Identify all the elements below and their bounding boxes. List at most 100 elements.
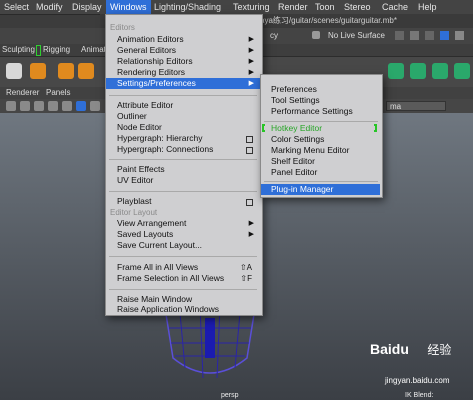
toolbar-icon-a[interactable] <box>395 31 404 40</box>
shelf-icon-3[interactable] <box>58 63 74 79</box>
submenu-arrow-icon: ▶ <box>248 36 254 43</box>
menu-item-label: Rendering Editors <box>117 67 186 77</box>
menu-item-label: Hotkey Editor <box>271 123 323 133</box>
menu-item-outliner[interactable]: Outliner <box>106 111 260 122</box>
submenu-arrow-icon: ▶ <box>248 231 254 238</box>
panel-tool-icon-1[interactable] <box>6 101 16 111</box>
option-box-icon[interactable] <box>246 136 253 143</box>
green-bracket-right-icon <box>374 124 377 132</box>
panel-menu-renderer[interactable]: Renderer <box>6 87 39 99</box>
menu-separator <box>109 191 257 192</box>
shelf-icon-8[interactable] <box>454 63 470 79</box>
submenu-item-shelf-editor[interactable]: Shelf Editor <box>261 156 380 167</box>
menu-texturing[interactable]: Texturing <box>231 0 272 14</box>
menu-item-uv-editor[interactable]: UV Editor <box>106 175 260 186</box>
watermark-url: jingyan.baidu.com <box>385 376 450 385</box>
submenu-item-performance-settings[interactable]: Performance Settings <box>261 106 380 117</box>
menu-item-rendering-editors[interactable]: Rendering Editors ▶ <box>106 67 260 78</box>
menu-item-label: Frame All in All Views <box>117 262 199 272</box>
submenu-item-hotkey-editor[interactable]: Hotkey Editor <box>261 123 380 134</box>
menu-cache[interactable]: Cache <box>380 0 410 14</box>
menu-item-attribute-editor[interactable]: Attribute Editor <box>106 100 260 111</box>
menu-help[interactable]: Help <box>416 0 439 14</box>
shelf-tab-sculpting[interactable]: Sculpting <box>2 44 35 56</box>
panel-menu-panels[interactable]: Panels <box>46 87 70 99</box>
shelf-tab-rigging[interactable]: Rigging <box>43 44 70 56</box>
shelf-tab-animation[interactable]: Animat <box>81 44 106 56</box>
submenu-arrow-icon: ▶ <box>248 69 254 76</box>
no-live-surface-label[interactable]: No Live Surface <box>328 31 385 40</box>
baidu-watermark-logo: Baidu 经验 <box>370 341 451 358</box>
menu-item-hypergraph-connections[interactable]: Hypergraph: Connections <box>106 144 260 155</box>
panel-tool-icon-7[interactable] <box>90 101 100 111</box>
menu-lighting-shading[interactable]: Lighting/Shading <box>152 0 223 14</box>
submenu-item-marking-menu-editor[interactable]: Marking Menu Editor <box>261 145 380 156</box>
menu-select[interactable]: Select <box>2 0 31 14</box>
menu-item-label: Animation Editors <box>117 34 184 44</box>
menu-separator <box>109 256 257 257</box>
menu-item-view-arrangement[interactable]: View Arrangement ▶ <box>106 218 260 229</box>
panel-tool-icon-2[interactable] <box>20 101 30 111</box>
panel-tool-icon-5[interactable] <box>62 101 72 111</box>
submenu-arrow-icon: ▶ <box>248 58 254 65</box>
submenu-item-plugin-manager[interactable]: Plug-in Manager <box>261 184 380 195</box>
menu-item-save-current-layout[interactable]: Save Current Layout... <box>106 240 260 251</box>
submenu-item-preferences[interactable]: Preferences <box>261 84 380 95</box>
watermark-brand-cn: 经验 <box>427 343 452 357</box>
menu-item-hypergraph-hierarchy[interactable]: Hypergraph: Hierarchy <box>106 133 260 144</box>
submenu-arrow-icon: ▶ <box>248 80 254 87</box>
shelf-icon-5[interactable] <box>388 63 404 79</box>
menu-toon[interactable]: Toon <box>313 0 337 14</box>
menu-item-settings-preferences[interactable]: Settings/Preferences ▶ <box>106 78 260 89</box>
shortcut-label: ⇧F <box>240 274 252 283</box>
menu-item-animation-editors[interactable]: Animation Editors ▶ <box>106 34 260 45</box>
menu-item-frame-all[interactable]: Frame All in All Views ⇧A <box>106 262 260 273</box>
menu-separator <box>109 95 257 96</box>
menu-item-node-editor[interactable]: Node Editor <box>106 122 260 133</box>
menu-item-label: Playblast <box>117 196 152 206</box>
menu-item-saved-layouts[interactable]: Saved Layouts ▶ <box>106 229 260 240</box>
shelf-icon-1[interactable] <box>6 63 22 79</box>
menu-item-frame-selection[interactable]: Frame Selection in All Views ⇧F <box>106 273 260 284</box>
toolbar-icon-c[interactable] <box>425 31 434 40</box>
menu-item-playblast[interactable]: Playblast <box>106 196 260 207</box>
menu-render[interactable]: Render <box>276 0 310 14</box>
menu-separator <box>264 181 378 182</box>
panel-tool-icon-4[interactable] <box>48 101 58 111</box>
menu-display[interactable]: Display <box>70 0 104 14</box>
shelf-icon-6[interactable] <box>410 63 426 79</box>
menu-item-paint-effects[interactable]: Paint Effects <box>106 164 260 175</box>
menu-item-raise-application-windows[interactable]: Raise Application Windows <box>106 304 260 315</box>
menu-windows[interactable]: Windows <box>106 0 151 14</box>
toolbar-icon-d[interactable] <box>440 31 449 40</box>
menu-item-general-editors[interactable]: General Editors ▶ <box>106 45 260 56</box>
shortcut-label: ⇧A <box>239 263 252 272</box>
viewport-camera-label: persp <box>221 392 239 399</box>
watermark-brand: Baidu <box>370 341 409 357</box>
submenu-item-panel-editor[interactable]: Panel Editor <box>261 167 380 178</box>
shelf-icon-2[interactable] <box>30 63 46 79</box>
menu-item-label: Settings/Preferences <box>117 78 196 88</box>
shelf-icon-7[interactable] <box>432 63 448 79</box>
submenu-item-color-settings[interactable]: Color Settings <box>261 134 380 145</box>
menu-item-relationship-editors[interactable]: Relationship Editors ▶ <box>106 56 260 67</box>
option-box-icon[interactable] <box>246 147 253 154</box>
menu-item-label: Frame Selection in All Views <box>117 273 225 283</box>
viewport-dropdown[interactable]: ma <box>386 101 446 111</box>
ik-blend-label: IK Blend: <box>405 392 434 399</box>
panel-tool-icon-3[interactable] <box>34 101 44 111</box>
toolbar-icon-b[interactable] <box>410 31 419 40</box>
panel-tool-icon-6[interactable] <box>76 101 86 111</box>
menu-item-label: View Arrangement <box>117 218 187 228</box>
menu-separator <box>109 289 257 290</box>
menu-stereo[interactable]: Stereo <box>342 0 373 14</box>
magnet-icon[interactable] <box>312 31 320 39</box>
submenu-item-tool-settings[interactable]: Tool Settings <box>261 95 380 106</box>
menu-modify[interactable]: Modify <box>34 0 65 14</box>
toolbar-icon-e[interactable] <box>455 31 464 40</box>
windows-menu: Editors Animation Editors ▶ General Edito… <box>105 14 263 316</box>
submenu-arrow-icon: ▶ <box>248 47 254 54</box>
option-box-icon[interactable] <box>246 199 253 206</box>
shelf-icon-4[interactable] <box>78 63 94 79</box>
settings-preferences-submenu: Preferences Tool Settings Performance Se… <box>260 74 383 198</box>
